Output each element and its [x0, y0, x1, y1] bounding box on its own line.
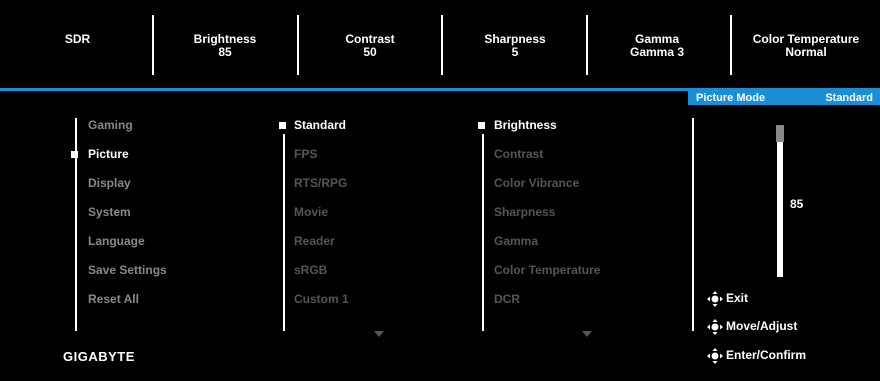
sdr-label: SDR: [64, 32, 91, 46]
color-temp-value: Normal: [785, 45, 827, 59]
setting-menu-item-color-vibrance[interactable]: Color Vibrance: [494, 176, 579, 190]
mode-menu-item-custom-1[interactable]: Custom 1: [294, 292, 349, 306]
main-menu-item-gaming[interactable]: Gaming: [88, 118, 133, 132]
enter-confirm-label: Enter/Confirm: [726, 348, 807, 363]
main-menu-item-language[interactable]: Language: [88, 234, 145, 248]
brightness-slider[interactable]: [777, 125, 783, 277]
contrast-status: Contrast 50: [325, 33, 415, 59]
sharpness-value: 5: [511, 45, 519, 59]
brightness-value: 85: [218, 45, 232, 59]
selection-marker-icon: [279, 122, 286, 129]
mode-menu-item-reader[interactable]: Reader: [294, 234, 335, 248]
divider: [441, 15, 443, 75]
selection-marker-icon: [478, 122, 485, 129]
color-temp-status: Color Temperature Normal: [742, 33, 870, 59]
divider: [730, 15, 732, 75]
mode-menu-item-srgb[interactable]: sRGB: [294, 263, 327, 277]
gamma-status: Gamma Gamma 3: [612, 33, 702, 59]
setting-menu-item-brightness[interactable]: Brightness: [494, 118, 557, 132]
selection-marker-icon: [71, 151, 78, 158]
brightness-status: Brightness 85: [180, 33, 270, 59]
setting-menu-item-color-temperature[interactable]: Color Temperature: [494, 263, 600, 277]
joystick-icon: [707, 319, 723, 335]
gamma-value: Gamma 3: [629, 45, 685, 59]
divider: [152, 15, 154, 75]
scroll-down-arrow-icon[interactable]: [374, 331, 384, 337]
status-bar: SDR Brightness 85 Contrast 50 Sharpness …: [0, 0, 880, 88]
main-menu-item-system[interactable]: System: [88, 205, 131, 219]
joystick-icon: [707, 291, 723, 307]
move-adjust-label: Move/Adjust: [726, 319, 798, 334]
joystick-icon: [707, 348, 723, 364]
mode-menu-line: [283, 134, 285, 331]
brightness-slider-fill: [776, 125, 784, 142]
move-adjust-hint: Move/Adjust: [707, 319, 797, 335]
setting-menu-item-gamma[interactable]: Gamma: [494, 234, 538, 248]
exit-label: Exit: [726, 291, 749, 306]
sharpness-status: Sharpness 5: [470, 33, 560, 59]
main-menu-item-reset-all[interactable]: Reset All: [88, 292, 139, 306]
setting-menu-line: [482, 134, 484, 331]
main-menu-item-display[interactable]: Display: [88, 176, 131, 190]
mode-menu-item-fps[interactable]: FPS: [294, 147, 317, 161]
contrast-value: 50: [363, 45, 377, 59]
setting-menu-item-sharpness[interactable]: Sharpness: [494, 205, 555, 219]
sdr-status: SDR: [40, 33, 115, 46]
setting-menu-item-contrast[interactable]: Contrast: [494, 147, 543, 161]
setting-menu-item-dcr[interactable]: DCR: [494, 292, 520, 306]
picture-mode-label: Picture Mode: [696, 92, 766, 104]
divider: [297, 15, 299, 75]
brightness-slider-value: 85: [790, 197, 804, 211]
gigabyte-logo: GIGABYTE: [63, 349, 135, 364]
divider: [586, 15, 588, 75]
slider-column-line: [692, 118, 694, 331]
mode-menu-item-movie[interactable]: Movie: [294, 205, 328, 219]
picture-mode-value: Standard: [825, 92, 873, 104]
main-menu-item-picture[interactable]: Picture: [88, 147, 129, 161]
scroll-down-arrow-icon[interactable]: [582, 331, 592, 337]
mode-menu-item-standard[interactable]: Standard: [294, 118, 346, 132]
picture-mode-indicator: Picture Mode Standard: [688, 91, 880, 105]
exit-hint: Exit: [707, 291, 748, 307]
mode-menu-item-rts-rpg[interactable]: RTS/RPG: [294, 176, 347, 190]
enter-confirm-hint: Enter/Confirm: [707, 348, 806, 364]
main-menu-item-save-settings[interactable]: Save Settings: [88, 263, 167, 277]
main-menu-line: [75, 118, 77, 331]
